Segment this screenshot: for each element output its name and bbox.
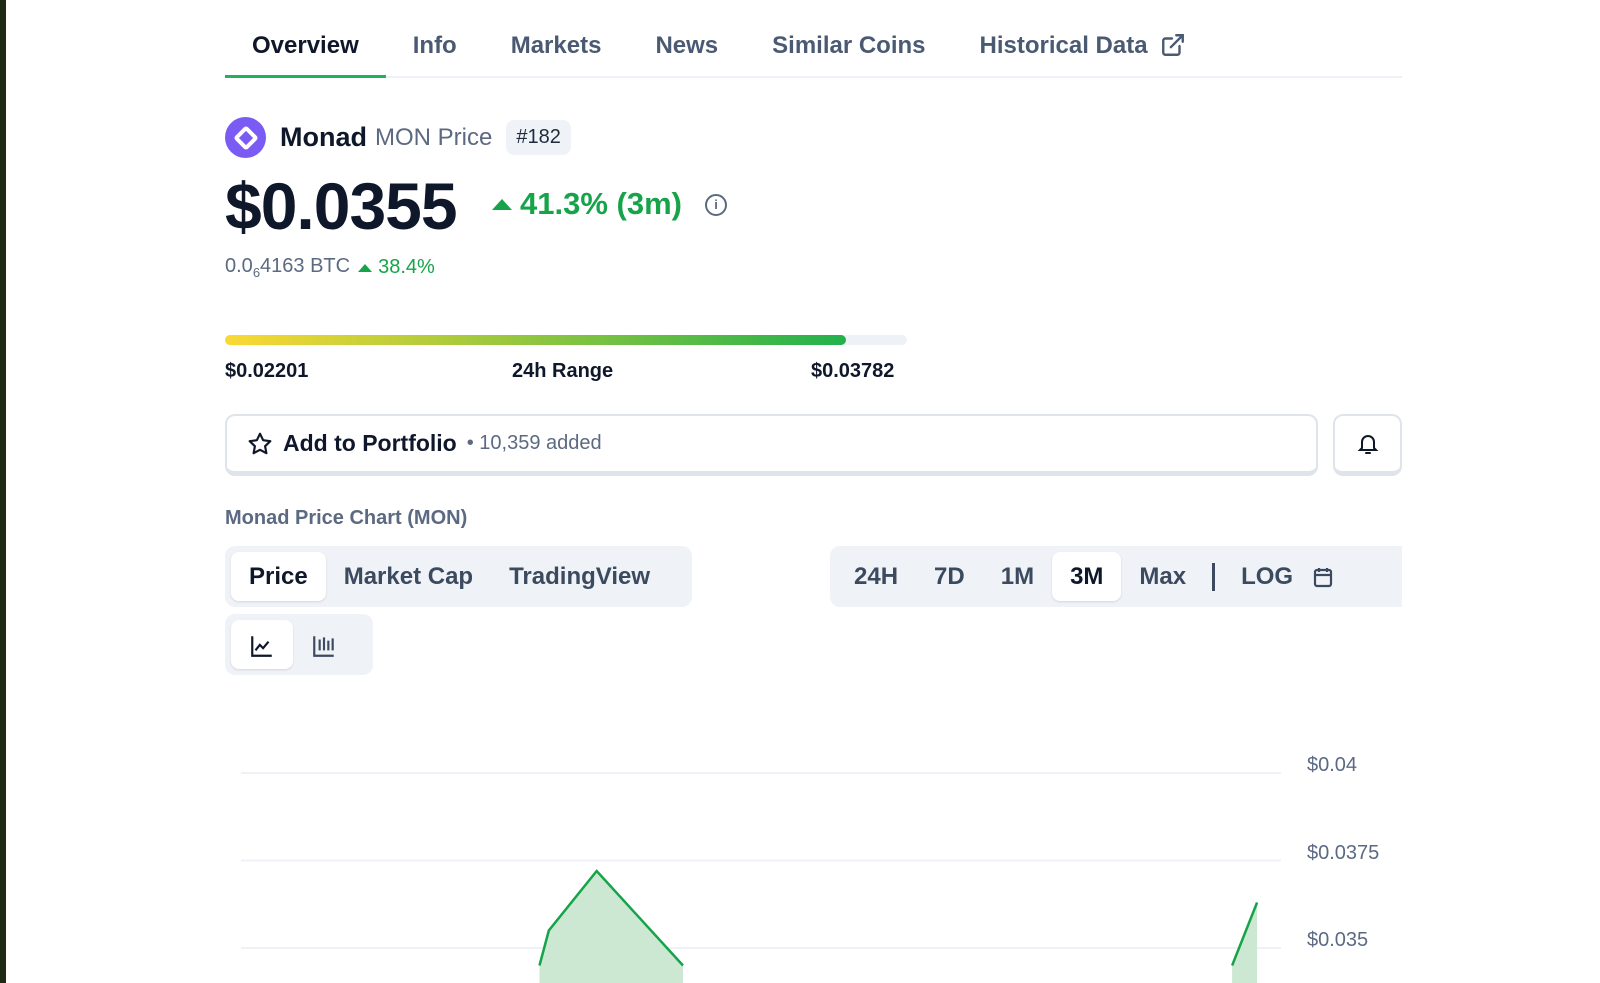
tab-bar: Overview Info Markets News Similar Coins… [225,20,1402,78]
star-icon [248,432,272,454]
chart-type-price[interactable]: Price [231,552,326,601]
y-tick-label: $0.0375 [1307,841,1380,864]
bell-icon [1357,434,1378,454]
btc-price: 0.064163 BTC 38.4% [225,255,435,280]
divider [1212,562,1216,591]
tab-label: Similar Coins [772,32,926,59]
y-tick-label: $0.035 [1307,929,1369,951]
chart-title: Monad Price Chart (MON) [225,507,468,529]
range-bar-fill [225,335,846,345]
add-to-portfolio-button[interactable]: Add to Portfolio • 10,359 added [225,414,1318,476]
period-max[interactable]: Max [1121,552,1204,601]
tab-news[interactable]: News [628,20,745,78]
range-bar [225,335,907,345]
candlestick-chart-button[interactable] [293,620,355,669]
period-24h[interactable]: 24H [836,552,916,601]
external-link-icon [1161,34,1184,56]
caret-up-icon [358,263,373,272]
chart-type-selector: Price Market Cap TradingView [225,546,692,607]
log-scale-toggle[interactable]: LOG [1223,552,1311,601]
period-3m[interactable]: 3M [1052,552,1122,601]
btc-change: 38.4% [358,256,435,279]
tab-label: News [655,32,719,59]
coin-header: Monad MON Price #182 [225,117,571,158]
range-high: $0.03782 [811,360,895,382]
rank-badge: #182 [506,120,571,155]
tab-info[interactable]: Info [386,20,484,78]
y-tick-label: $0.04 [1307,754,1358,776]
tab-markets[interactable]: Markets [484,20,629,78]
period-selector: 24H 7D 1M 3M Max LOG [830,546,1402,607]
coin-symbol: MON Price [375,123,493,151]
line-chart-icon [251,635,272,657]
tab-label: Markets [510,32,602,59]
monad-logo [225,117,266,158]
tab-similar-coins[interactable]: Similar Coins [745,20,952,78]
calendar-icon[interactable] [1311,565,1335,589]
range-low: $0.02201 [225,360,309,382]
period-7d[interactable]: 7D [916,552,983,601]
tab-historical-data[interactable]: Historical Data [953,20,1213,78]
tab-overview[interactable]: Overview [225,20,386,78]
info-icon[interactable]: i [705,194,727,216]
price-change: 41.3% (3m) [492,186,682,222]
tab-label: Historical Data [979,32,1148,59]
chart-style-selector [225,614,373,675]
candlestick-icon [313,635,334,657]
portfolio-count: • 10,359 added [466,432,602,454]
caret-up-icon [492,198,512,210]
coin-name: Monad [280,122,367,152]
chart-type-market-cap[interactable]: Market Cap [326,552,491,601]
coin-price: $0.0355 [225,169,458,243]
price-alert-button[interactable] [1333,414,1402,476]
portfolio-label: Add to Portfolio [283,430,457,456]
price-change-value: 41.3% (3m) [520,186,682,221]
line-chart-button[interactable] [231,620,293,669]
tab-label: Overview [252,32,359,59]
tab-label: Info [412,32,457,59]
period-1m[interactable]: 1M [983,552,1052,601]
btc-value: 0.064163 BTC [225,255,351,280]
range-label: 24h Range [512,360,614,382]
chart-type-tradingview[interactable]: TradingView [491,552,668,601]
